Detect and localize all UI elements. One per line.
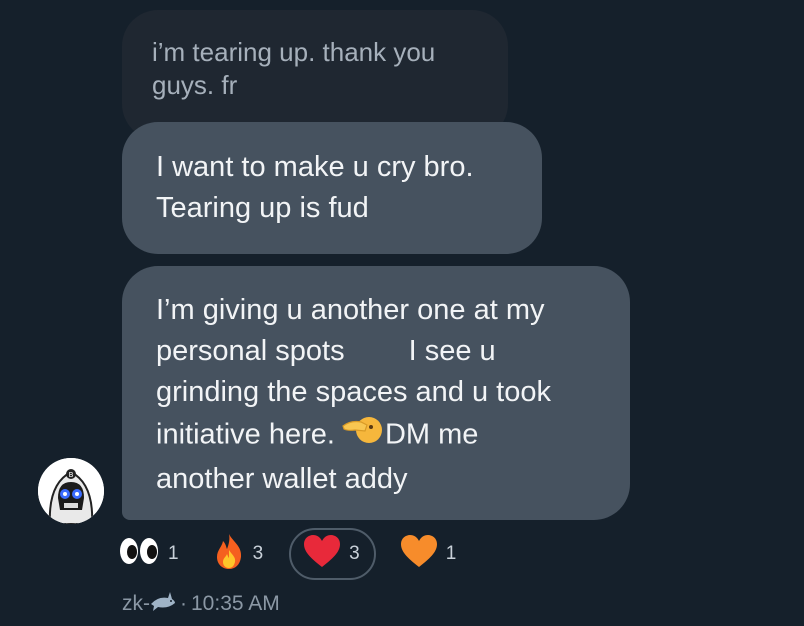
message-text: initiative here. bbox=[156, 418, 335, 451]
dm-conversation: i’m tearing up. thank you guys. fr I wan… bbox=[0, 0, 804, 626]
fire-icon bbox=[213, 532, 245, 576]
reaction-count: 3 bbox=[252, 543, 264, 564]
shark-icon bbox=[150, 590, 176, 618]
message-line: personal spots I see u bbox=[156, 331, 596, 372]
reaction-orange-heart[interactable]: 1 bbox=[400, 526, 457, 582]
svg-text:B: B bbox=[69, 471, 74, 479]
message-meta: zk- · 10:35 AM bbox=[122, 590, 280, 618]
reaction-fire[interactable]: 3 bbox=[213, 526, 264, 582]
timestamp: 10:35 AM bbox=[191, 592, 280, 615]
reaction-count: 1 bbox=[445, 543, 457, 564]
avatar[interactable]: B bbox=[38, 458, 104, 524]
message-bubble[interactable]: I’m giving u another one at my personal … bbox=[122, 266, 630, 520]
message-line: Tearing up is fud bbox=[156, 192, 369, 224]
hooded-skull-avatar-icon: B bbox=[38, 458, 104, 524]
eyes-icon bbox=[118, 536, 160, 572]
quoted-message-line: guys. fr bbox=[152, 70, 238, 100]
message-text: I see u bbox=[408, 335, 496, 367]
quoted-message-line: i’m tearing up. thank you bbox=[152, 37, 436, 67]
message-line: another wallet addy bbox=[156, 463, 408, 495]
sender-name[interactable]: zk- bbox=[122, 592, 150, 616]
message-line: I’m giving u another one at my bbox=[156, 294, 545, 326]
message-line: I want to make u cry bro. bbox=[156, 151, 474, 183]
red-heart-icon bbox=[303, 534, 341, 574]
orange-heart-icon bbox=[400, 534, 438, 574]
message-line: initiative here. DM me bbox=[156, 413, 596, 459]
message-text: DM me bbox=[384, 418, 479, 451]
message-line: grinding the spaces and u took bbox=[156, 376, 551, 408]
reactions-bar: 1 3 3 1 bbox=[118, 526, 456, 582]
message-bubble[interactable]: I want to make u cry bro. Tearing up is … bbox=[122, 122, 542, 254]
separator-dot: · bbox=[180, 592, 187, 615]
pointing-hand-emoji-icon bbox=[341, 413, 383, 459]
reaction-count: 3 bbox=[349, 543, 360, 564]
quoted-message-bubble[interactable]: i’m tearing up. thank you guys. fr bbox=[122, 10, 508, 140]
reaction-eyes[interactable]: 1 bbox=[118, 526, 179, 582]
message-text: personal spots bbox=[156, 335, 345, 367]
reaction-red-heart-selected[interactable]: 3 bbox=[289, 528, 376, 580]
reaction-count: 1 bbox=[168, 543, 179, 564]
